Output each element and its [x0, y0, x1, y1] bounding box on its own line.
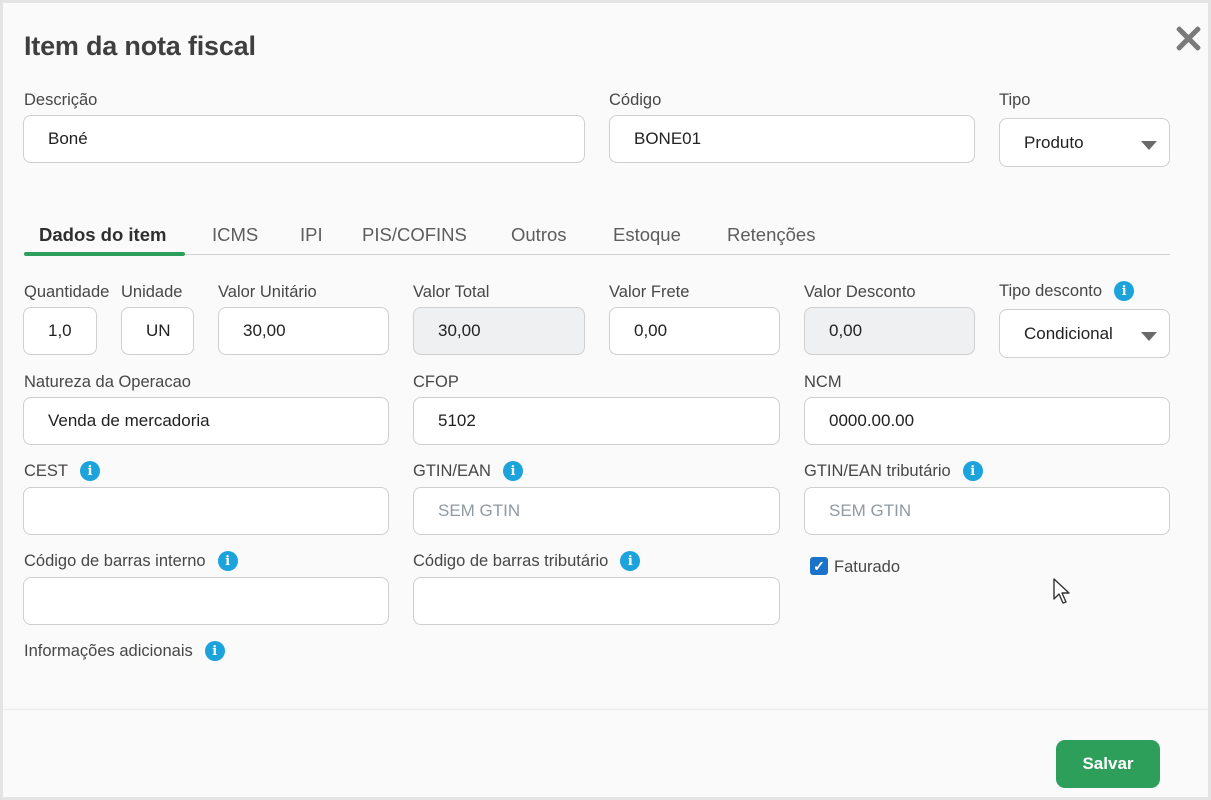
quantidade-label: Quantidade	[24, 283, 110, 301]
valor-unitario-input[interactable]: 30,00	[218, 307, 389, 355]
item-nota-fiscal-modal: Item da nota fiscal Descrição Boné Códig…	[3, 3, 1208, 797]
natureza-label: Natureza da Operacao	[24, 373, 191, 391]
ncm-input[interactable]: 0000.00.00	[804, 397, 1170, 445]
descricao-input[interactable]: Boné	[23, 115, 585, 163]
cfop-label: CFOP	[413, 373, 459, 391]
barras-interno-label: Código de barras interno	[24, 551, 206, 570]
tipo-select[interactable]: Produto	[999, 118, 1170, 167]
valor-frete-label: Valor Frete	[609, 283, 690, 301]
tab-icms[interactable]: ICMS	[212, 224, 258, 246]
natureza-input[interactable]: Venda de mercadoria	[23, 397, 389, 445]
tab-ipi[interactable]: IPI	[300, 224, 323, 246]
info-adicionais-label: Informações adicionais	[24, 641, 193, 660]
tipo-desconto-label: Tipo desconto	[999, 281, 1103, 300]
valor-desconto-input: 0,00	[804, 307, 975, 355]
tab-pis-cofins[interactable]: PIS/COFINS	[362, 224, 467, 246]
tabs-divider	[24, 254, 1170, 255]
gtin-label-row: GTIN/EAN i	[413, 461, 523, 481]
chevron-down-icon	[1141, 141, 1157, 150]
quantidade-input[interactable]: 1,0	[23, 307, 97, 355]
gtin-label: GTIN/EAN	[413, 461, 491, 480]
info-icon[interactable]: i	[204, 641, 225, 661]
barras-trib-label: Código de barras tributário	[413, 551, 609, 570]
tipo-label: Tipo	[999, 91, 1031, 109]
barras-interno-label-row: Código de barras interno i	[24, 551, 238, 571]
faturado-label[interactable]: Faturado	[834, 558, 900, 577]
gtin-trib-label-row: GTIN/EAN tributário i	[804, 461, 983, 481]
codigo-input[interactable]: BONE01	[609, 115, 975, 163]
info-adicionais-label-row: Informações adicionais i	[24, 641, 225, 661]
modal-title: Item da nota fiscal	[24, 31, 256, 61]
tipo-desconto-select-value: Condicional	[1024, 323, 1113, 343]
faturado-checkbox[interactable]: ✓	[810, 557, 828, 575]
valor-frete-input[interactable]: 0,00	[609, 307, 780, 355]
valor-total-label: Valor Total	[413, 283, 490, 301]
active-tab-indicator	[24, 252, 185, 256]
cest-label: CEST	[24, 461, 69, 480]
valor-desconto-label: Valor Desconto	[804, 283, 916, 301]
ncm-label: NCM	[804, 373, 842, 391]
tab-estoque[interactable]: Estoque	[613, 224, 681, 246]
descricao-label: Descrição	[24, 91, 98, 109]
info-icon[interactable]: i	[1114, 281, 1135, 301]
tipo-desconto-select[interactable]: Condicional	[999, 309, 1170, 358]
chevron-down-icon	[1141, 332, 1157, 341]
tipo-desconto-label-row: Tipo desconto i	[999, 281, 1135, 301]
barras-trib-input[interactable]	[413, 577, 780, 625]
tipo-select-value: Produto	[1024, 132, 1084, 152]
barras-trib-label-row: Código de barras tributário i	[413, 551, 641, 571]
footer-divider	[3, 709, 1208, 710]
info-icon[interactable]: i	[502, 461, 523, 481]
cfop-input[interactable]: 5102	[413, 397, 780, 445]
mouse-cursor-icon	[1053, 578, 1070, 604]
valor-total-input: 30,00	[413, 307, 585, 355]
tab-retencoes[interactable]: Retenções	[727, 224, 815, 246]
tab-dados-do-item[interactable]: Dados do item	[39, 224, 166, 246]
barras-interno-input[interactable]	[23, 577, 389, 625]
info-icon[interactable]: i	[80, 461, 101, 481]
gtin-trib-label: GTIN/EAN tributário	[804, 461, 951, 480]
close-icon[interactable]	[1174, 24, 1202, 52]
tab-outros[interactable]: Outros	[511, 224, 567, 246]
save-button[interactable]: Salvar	[1056, 740, 1160, 788]
cest-input[interactable]	[23, 487, 389, 535]
valor-unitario-label: Valor Unitário	[218, 283, 317, 301]
unidade-label: Unidade	[121, 283, 183, 301]
gtin-input[interactable]: SEM GTIN	[413, 487, 780, 535]
info-icon[interactable]: i	[962, 461, 983, 481]
unidade-input[interactable]: UN	[121, 307, 194, 355]
info-icon[interactable]: i	[217, 551, 238, 571]
cest-label-row: CEST i	[24, 461, 101, 481]
info-icon[interactable]: i	[620, 551, 641, 571]
codigo-label: Código	[609, 91, 662, 109]
gtin-trib-input[interactable]: SEM GTIN	[804, 487, 1170, 535]
